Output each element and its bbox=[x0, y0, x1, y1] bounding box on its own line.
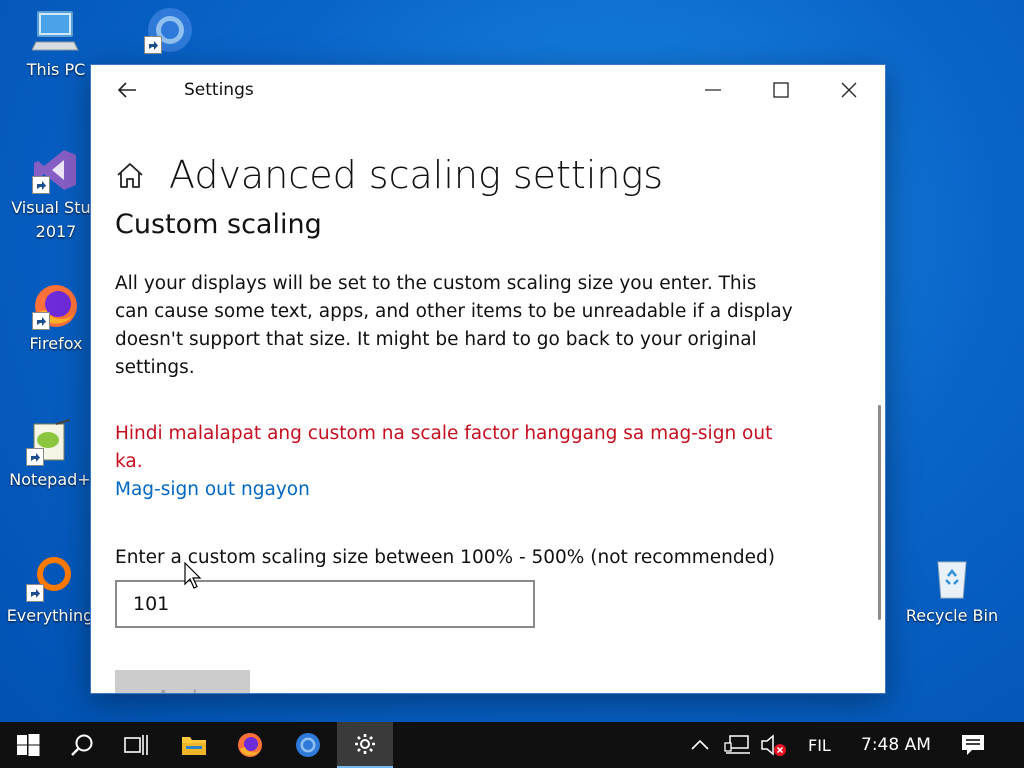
apply-button[interactable]: Apply bbox=[115, 670, 250, 693]
chromium-icon bbox=[144, 6, 192, 54]
close-icon bbox=[841, 82, 857, 98]
sign-out-now-link[interactable]: Mag-sign out ngayon bbox=[115, 476, 310, 504]
section-title: Custom scaling bbox=[115, 209, 322, 240]
scrollbar[interactable] bbox=[878, 405, 881, 620]
desktop-icon-label: Everything bbox=[6, 606, 94, 625]
shortcut-arrow-icon bbox=[32, 312, 50, 330]
taskbar-chromium[interactable] bbox=[280, 722, 336, 768]
notification-icon bbox=[962, 735, 984, 755]
back-button[interactable] bbox=[111, 77, 143, 103]
desktop-icon-recycle-bin[interactable]: Recycle Bin bbox=[902, 554, 1002, 628]
scaling-input-label: Enter a custom scaling size between 100%… bbox=[115, 547, 775, 568]
settings-window: Settings Advanced scaling settings Custo… bbox=[90, 64, 886, 694]
taskbar-settings[interactable] bbox=[337, 722, 393, 768]
window-title: Settings bbox=[184, 80, 254, 100]
maximize-icon bbox=[773, 82, 789, 98]
taskbar-firefox[interactable] bbox=[222, 722, 278, 768]
speaker-muted-icon bbox=[761, 734, 786, 756]
network-wired-icon bbox=[724, 735, 750, 754]
search-button[interactable] bbox=[54, 722, 110, 768]
clock[interactable]: 7:48 AM bbox=[861, 722, 931, 768]
scaling-description: All your displays will be set to the cus… bbox=[115, 273, 793, 378]
minimize-icon bbox=[705, 89, 721, 91]
title-bar: Settings bbox=[91, 65, 885, 115]
sign-out-warning: Hindi malalapat ang custom na scale fact… bbox=[115, 423, 773, 472]
action-center-button[interactable] bbox=[960, 722, 986, 768]
language-label: FIL bbox=[808, 735, 831, 755]
network-status-button[interactable] bbox=[724, 722, 752, 768]
windows-logo-icon bbox=[17, 734, 40, 756]
gear-icon bbox=[355, 734, 375, 754]
desktop-icon-everything[interactable]: Everything bbox=[0, 554, 100, 628]
shortcut-arrow-icon bbox=[26, 584, 44, 602]
show-hidden-icons-button[interactable] bbox=[690, 722, 710, 768]
minimize-button[interactable] bbox=[679, 65, 747, 115]
recycle-bin-icon bbox=[928, 554, 976, 602]
taskbar: FIL 7:48 AM bbox=[0, 722, 1024, 768]
visual-studio-icon bbox=[32, 146, 80, 194]
notepad-plus-plus-icon bbox=[26, 418, 74, 466]
input-language-indicator[interactable]: FIL bbox=[808, 722, 831, 768]
task-view-button[interactable] bbox=[108, 722, 164, 768]
page-header: Advanced scaling settings bbox=[115, 145, 795, 205]
firefox-icon bbox=[32, 282, 80, 330]
home-icon[interactable] bbox=[115, 160, 145, 190]
page-content: Advanced scaling settings Custom scaling… bbox=[115, 145, 795, 628]
everything-search-icon bbox=[26, 554, 74, 602]
page-title: Advanced scaling settings bbox=[169, 153, 664, 197]
clock-time: 7:48 AM bbox=[861, 735, 931, 755]
close-button[interactable] bbox=[815, 65, 883, 115]
desktop-icon-chromium[interactable] bbox=[118, 6, 218, 56]
taskbar-file-explorer[interactable] bbox=[166, 722, 222, 768]
shortcut-arrow-icon bbox=[26, 448, 44, 466]
desktop-icon-label: Recycle Bin bbox=[905, 606, 999, 625]
start-button[interactable] bbox=[0, 722, 56, 768]
back-arrow-icon bbox=[117, 82, 136, 98]
mouse-cursor-icon bbox=[184, 562, 202, 589]
computer-icon bbox=[31, 8, 80, 56]
task-view-icon bbox=[124, 735, 148, 755]
firefox-icon bbox=[238, 733, 262, 757]
volume-button[interactable] bbox=[760, 722, 790, 768]
desktop-icon-label: Notepad+ bbox=[9, 470, 91, 489]
shortcut-arrow-icon bbox=[32, 176, 50, 194]
shortcut-arrow-icon bbox=[144, 36, 162, 54]
chromium-icon bbox=[296, 733, 320, 757]
chevron-up-icon bbox=[691, 739, 709, 750]
search-icon bbox=[71, 734, 93, 756]
desktop-icon-notepad-plus-plus[interactable]: Notepad+ bbox=[0, 418, 100, 492]
custom-scaling-input[interactable] bbox=[115, 580, 535, 628]
maximize-button[interactable] bbox=[747, 65, 815, 115]
folder-icon bbox=[182, 737, 206, 755]
